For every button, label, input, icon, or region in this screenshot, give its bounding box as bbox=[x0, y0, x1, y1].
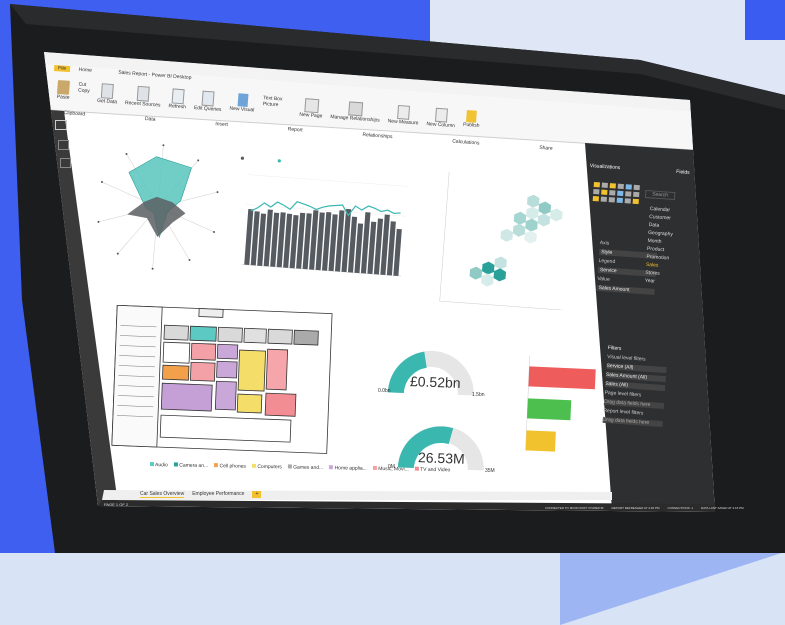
manage-relationships-button[interactable]: Manage Relationships bbox=[330, 100, 381, 125]
status-saved: DATA LAST SAVED AT 4:15 PM bbox=[701, 506, 744, 510]
new-page-button[interactable]: New Page bbox=[299, 98, 324, 121]
publish-button[interactable]: Publish bbox=[463, 110, 481, 132]
paste-button[interactable]: Paste bbox=[56, 80, 71, 102]
copy-button[interactable]: Copy bbox=[78, 88, 90, 95]
field-table-item[interactable]: Geography bbox=[648, 230, 673, 238]
legend-line-swatch bbox=[277, 159, 281, 163]
funnel-chart[interactable] bbox=[520, 350, 610, 460]
field-table-item[interactable]: Promotion bbox=[646, 254, 671, 262]
field-table-item[interactable]: Product bbox=[647, 246, 672, 254]
page-tab-employee[interactable]: Employee Performance bbox=[192, 491, 244, 498]
field-table-item[interactable]: Sales bbox=[646, 262, 671, 270]
status-update: REPORT REFRESHED AT 4:26 PM bbox=[611, 506, 660, 510]
insert-group-label: Insert bbox=[215, 121, 229, 129]
gauge1-min: 0.0bn bbox=[378, 388, 391, 394]
bar-line-chart[interactable] bbox=[240, 150, 425, 285]
home-tab[interactable]: Home bbox=[78, 67, 92, 74]
legend-item: Cell phones bbox=[214, 463, 246, 470]
gauge1-value: £0.52bn bbox=[409, 373, 461, 391]
fields-tab[interactable]: Fields bbox=[676, 169, 690, 176]
legend-item: Audio bbox=[149, 462, 168, 468]
status-connections: CONNECTIONS: 1 bbox=[667, 506, 693, 510]
file-tab[interactable]: File bbox=[53, 64, 71, 73]
new-visual-button[interactable]: New Visual bbox=[229, 93, 255, 116]
gauge2-value: 26.53M bbox=[417, 449, 465, 467]
hex-cells bbox=[469, 194, 563, 287]
page-indicator: PAGE 1 OF 2 bbox=[104, 502, 129, 507]
field-table-item[interactable]: Customer bbox=[649, 214, 674, 222]
hexbin-scatter-chart[interactable] bbox=[430, 160, 590, 310]
field-table-item[interactable]: Calendar bbox=[650, 206, 675, 214]
gauge2-min: 0M bbox=[388, 464, 395, 470]
picture-button[interactable]: Picture bbox=[263, 101, 283, 108]
funnel-bar-red bbox=[528, 366, 596, 390]
data-view-icon[interactable] bbox=[58, 140, 69, 150]
get-data-button[interactable]: Get Data bbox=[97, 83, 118, 105]
gauge2-max: 35M bbox=[485, 468, 495, 474]
radar-chart[interactable] bbox=[90, 135, 230, 280]
recent-sources-button[interactable]: Recent Sources bbox=[125, 85, 162, 109]
report-group-label: Report bbox=[287, 126, 303, 134]
add-page-button[interactable]: + bbox=[252, 491, 262, 498]
data-group-label: Data bbox=[144, 115, 156, 123]
funnel-bar-green bbox=[527, 398, 572, 421]
store-floor-plan[interactable] bbox=[108, 285, 358, 460]
legend-bar-swatch bbox=[240, 156, 245, 160]
gauge1-max: 1.5bn bbox=[472, 392, 485, 398]
field-table-item[interactable]: Month bbox=[647, 238, 672, 246]
field-table-item[interactable]: Data bbox=[648, 222, 673, 230]
page-tab-car-sales[interactable]: Car Sales Overview bbox=[140, 491, 185, 498]
screen: File Home Sales Report - Power BI Deskto… bbox=[0, 0, 785, 553]
legend-item: Home applia... bbox=[329, 465, 367, 472]
new-column-button[interactable]: New Column bbox=[426, 107, 456, 130]
new-measure-button[interactable]: New Measure bbox=[387, 104, 419, 127]
funnel-bar-yellow bbox=[525, 430, 556, 452]
edit-queries-button[interactable]: Edit Queries bbox=[194, 90, 223, 113]
legend-item: Games and... bbox=[287, 464, 323, 471]
field-table-item[interactable]: Stores bbox=[645, 270, 670, 278]
legend-item: Computers bbox=[251, 463, 282, 470]
visual-icons-grid[interactable] bbox=[592, 182, 640, 205]
refresh-button[interactable]: Refresh bbox=[168, 88, 187, 110]
fields-search-input[interactable]: Search bbox=[644, 189, 676, 201]
status-connected: CONNECTED TO MICROSOFT POWER BI bbox=[545, 506, 604, 510]
legend-item: Camera an... bbox=[173, 462, 208, 469]
model-view-icon[interactable] bbox=[60, 158, 71, 168]
window-title: Sales Report - Power BI Desktop bbox=[118, 69, 192, 82]
report-view-icon[interactable] bbox=[55, 120, 67, 130]
share-group-label: Share bbox=[539, 144, 553, 152]
